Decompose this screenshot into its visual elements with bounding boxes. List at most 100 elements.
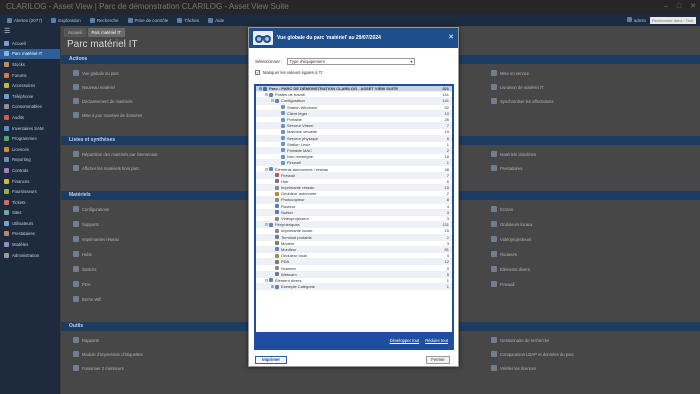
section-link[interactable]: Switchs <box>73 266 96 272</box>
sidebar: ☰ Accueil Parc matériel IT Stocks Forums Acc… <box>0 26 60 394</box>
equipment-icon <box>269 222 273 227</box>
tab-parc-materiel[interactable]: Parc matériel IT <box>87 28 126 37</box>
sidebar-item[interactable]: Stocks <box>0 59 60 70</box>
section-link[interactable]: Fusionner 2 moniteurs <box>73 365 124 371</box>
section-link[interactable]: Gestionnaire de recherche <box>491 337 549 343</box>
sidebar-item[interactable]: Licences <box>0 144 60 155</box>
expand-all-link[interactable]: Développer tout <box>390 338 420 343</box>
section-link[interactable]: Onduleurs locaux <box>491 221 533 227</box>
sidebar-item[interactable]: Forums <box>0 70 60 81</box>
select-label: Sélectionner : <box>255 59 283 64</box>
sidebar-item[interactable]: Contrats <box>0 165 60 176</box>
tree-row-count: 10 <box>444 110 449 116</box>
tasks-button[interactable]: Tâches <box>174 16 202 25</box>
sidebar-item[interactable]: Accessoires <box>0 80 60 91</box>
section-link[interactable]: Comparaison LDAP et données du parc <box>491 351 574 357</box>
sidebar-item[interactable]: Audits <box>0 112 60 123</box>
tree-row-label: Parc : PARC DE DÉMONSTRATION CLARILOG - … <box>269 86 399 92</box>
tab-home[interactable]: Accueil <box>64 28 86 37</box>
tree-row-label: Élément divers <box>275 277 302 283</box>
section-link[interactable]: Configurations <box>73 206 109 212</box>
section-link[interactable]: Éléments divers <box>491 266 530 272</box>
sidebar-item[interactable]: Fournisseurs <box>0 186 60 197</box>
section-link[interactable]: Routeurs <box>491 251 517 257</box>
remote-control-button[interactable]: Prise de contrôle <box>125 16 172 25</box>
section-link[interactable]: Matériels obsolètes <box>491 151 536 157</box>
sidebar-item[interactable]: Utilisateurs <box>0 218 60 229</box>
sidebar-item[interactable]: Sites <box>0 208 60 219</box>
hide-zero-checkbox[interactable]: ✓ <box>255 70 260 75</box>
sidebar-item[interactable]: Tickets <box>0 197 60 208</box>
section-link[interactable]: Mise en service <box>491 70 529 76</box>
section-link[interactable]: Vidéoprojecteurs <box>491 236 531 242</box>
user-icon <box>627 17 633 22</box>
section-link[interactable]: Mise à jour massive de données <box>73 112 142 118</box>
close-window-icon[interactable]: ✕ <box>690 0 696 14</box>
minimize-icon[interactable]: – <box>664 0 668 14</box>
section-link-icon <box>491 337 497 343</box>
search-button[interactable]: Recherche <box>87 16 122 25</box>
equipment-type-select[interactable]: Type d'équipement ▾ <box>286 58 415 65</box>
equipment-icon <box>275 247 279 252</box>
section-link[interactable]: Nouveau matériel <box>73 84 115 90</box>
sidebar-item[interactable]: Programmes <box>0 133 60 144</box>
section-link[interactable]: Vérifier les licences <box>491 365 536 371</box>
global-search-input[interactable]: Rechercher dans : Tout élément <box>650 16 696 30</box>
section-link[interactable]: Module d'impression d'étiquettes <box>73 351 143 357</box>
sidebar-item[interactable]: Prestataires <box>0 229 60 240</box>
section-link[interactable]: Afficher les matériels hors parc <box>73 165 139 171</box>
sidebar-item-label: Prestataires <box>12 231 35 237</box>
sidebar-item[interactable]: Modèles <box>0 239 60 250</box>
print-button[interactable]: Imprimer <box>255 356 287 364</box>
section-link[interactable]: Écrans <box>491 206 513 212</box>
equipment-icon <box>281 129 285 134</box>
section-link[interactable]: Déclassement de matériels <box>73 98 133 104</box>
sidebar-item-icon <box>4 252 9 258</box>
sidebar-item[interactable]: Inventaires SAM <box>0 123 60 134</box>
tree-row[interactable]: ⊞ Exemple Catégorie 1 <box>256 284 452 291</box>
close-button[interactable]: Fermer <box>426 356 450 364</box>
tree-row-label: Configuration <box>281 98 305 104</box>
maximize-icon[interactable]: □ <box>677 0 681 14</box>
section-link[interactable]: Rapports <box>73 337 99 343</box>
section-link[interactable]: Livraison de matériel IT <box>491 84 544 90</box>
sidebar-item[interactable]: Accueil <box>0 38 60 49</box>
section-link[interactable]: Prestataires <box>491 165 522 171</box>
collapse-all-link[interactable]: Réduire tout <box>425 338 448 343</box>
sidebar-item[interactable]: Téléphonie <box>0 91 60 102</box>
sidebar-item-icon <box>4 72 9 78</box>
section-link[interactable]: Supports <box>73 221 99 227</box>
tree-row-label: Station Linux <box>287 141 311 147</box>
section-link[interactable]: Firewall <box>491 281 514 287</box>
section-link[interactable]: Imprimantes réseau <box>73 236 119 242</box>
sidebar-item[interactable]: Administration <box>0 250 60 261</box>
alerts-button[interactable]: Alertes (2077) <box>4 16 45 25</box>
tree-row-count: 9 <box>446 265 449 271</box>
section-link[interactable]: Hubs <box>73 251 92 257</box>
section-link[interactable]: Répartition des matériels par intervenan… <box>73 151 157 157</box>
sidebar-item[interactable]: Consommables <box>0 102 60 113</box>
tree-row-label: Machine virtuelle <box>287 129 318 135</box>
section-link[interactable]: Borne Wifi <box>73 296 101 302</box>
user-menu[interactable]: admin <box>627 17 646 23</box>
tree-row-count: 1 <box>446 284 449 290</box>
equipment-icon <box>275 284 279 289</box>
tree-row-label: Imprimante réseau <box>281 185 315 191</box>
section-link-icon <box>491 251 497 257</box>
section-link-icon <box>73 281 79 287</box>
help-button[interactable]: Aide <box>205 16 227 25</box>
sidebar-item[interactable]: Reporting <box>0 155 60 166</box>
close-icon[interactable]: ✕ <box>448 34 454 41</box>
equipment-icon <box>275 204 279 209</box>
exploration-button[interactable]: Exploration <box>48 16 84 25</box>
section-link-icon <box>73 70 79 76</box>
section-link[interactable]: Synchroniser les affectations <box>491 98 553 104</box>
sidebar-item[interactable]: Finances <box>0 176 60 187</box>
equipment-icon <box>269 167 273 172</box>
sidebar-item-label: Modèles <box>12 242 29 248</box>
tree-row-count: 6 <box>446 135 449 141</box>
sidebar-item[interactable]: Parc matériel IT <box>0 48 60 60</box>
section-link[interactable]: Vue globale du parc <box>73 70 119 76</box>
hamburger-menu-icon[interactable]: ☰ <box>0 26 60 38</box>
section-link[interactable]: PDA <box>73 281 91 287</box>
